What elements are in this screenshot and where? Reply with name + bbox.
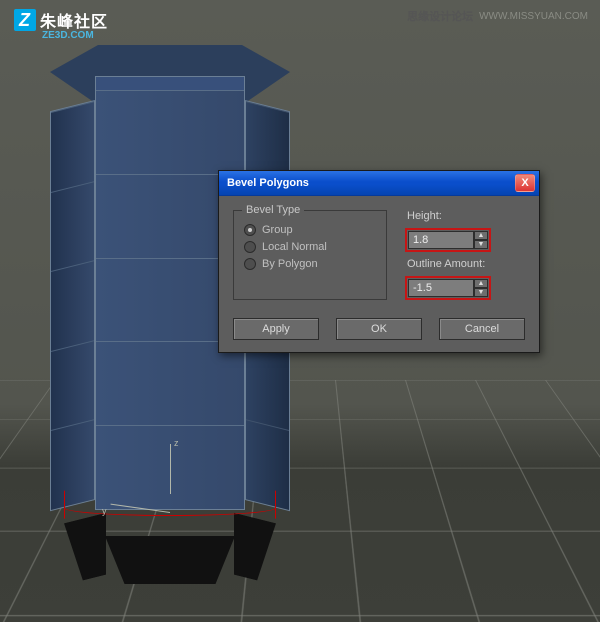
radio-group-option[interactable]: Group xyxy=(244,224,374,236)
object-bevel-bottom xyxy=(105,536,235,584)
radio-label: By Polygon xyxy=(262,258,318,270)
height-label: Height: xyxy=(407,210,442,222)
radio-label: Group xyxy=(262,224,293,236)
outline-amount-label: Outline Amount: xyxy=(407,258,485,270)
radio-label: Local Normal xyxy=(262,241,327,253)
viewport-3d[interactable]: z y Z 朱峰社区 ZE3D.COM 思缘设计论坛 WWW.MISSYUAN.… xyxy=(0,0,600,622)
spinner-down-icon[interactable]: ▼ xyxy=(474,240,488,249)
outline-amount-input[interactable] xyxy=(408,279,474,297)
watermark-url: WWW.MISSYUAN.COM xyxy=(479,11,588,22)
watermark-missyuan: 思缘设计论坛 WWW.MISSYUAN.COM xyxy=(407,8,588,24)
close-icon[interactable]: X xyxy=(515,174,535,192)
apply-button[interactable]: Apply xyxy=(233,318,319,340)
outline-amount-spinner[interactable]: ▲ ▼ xyxy=(405,276,491,300)
object-bevel-bottom xyxy=(64,513,106,585)
ok-button[interactable]: OK xyxy=(336,318,422,340)
logo-z-icon: Z xyxy=(14,9,36,31)
watermark-zhufeng: Z 朱峰社区 ZE3D.COM xyxy=(14,8,108,32)
cancel-button[interactable]: Cancel xyxy=(439,318,525,340)
height-spinner[interactable]: ▲ ▼ xyxy=(405,228,491,252)
watermark-subtext: ZE3D.COM xyxy=(42,30,94,41)
spinner-up-icon[interactable]: ▲ xyxy=(474,279,488,288)
radio-icon[interactable] xyxy=(244,258,256,270)
height-input[interactable] xyxy=(408,231,474,249)
bevel-polygons-dialog[interactable]: Bevel Polygons X Bevel Type Group Local … xyxy=(218,170,540,353)
object-top-bevel xyxy=(95,76,245,90)
watermark-strong: 思缘设计论坛 xyxy=(407,8,473,24)
spinner-down-icon[interactable]: ▼ xyxy=(474,288,488,297)
bevel-type-group: Bevel Type Group Local Normal By Polygon xyxy=(233,210,387,300)
radio-local-normal-option[interactable]: Local Normal xyxy=(244,241,374,253)
dialog-titlebar[interactable]: Bevel Polygons X xyxy=(219,171,539,196)
radio-by-polygon-option[interactable]: By Polygon xyxy=(244,258,374,270)
radio-icon[interactable] xyxy=(244,224,256,236)
watermark-text: 朱峰社区 xyxy=(40,8,108,32)
dialog-title: Bevel Polygons xyxy=(227,177,309,189)
object-bevel-bottom xyxy=(234,513,276,585)
bevel-type-legend: Bevel Type xyxy=(242,204,304,216)
radio-icon[interactable] xyxy=(244,241,256,253)
object-left-face xyxy=(50,100,95,511)
spinner-up-icon[interactable]: ▲ xyxy=(474,231,488,240)
selected-polygon-edge xyxy=(64,508,276,516)
